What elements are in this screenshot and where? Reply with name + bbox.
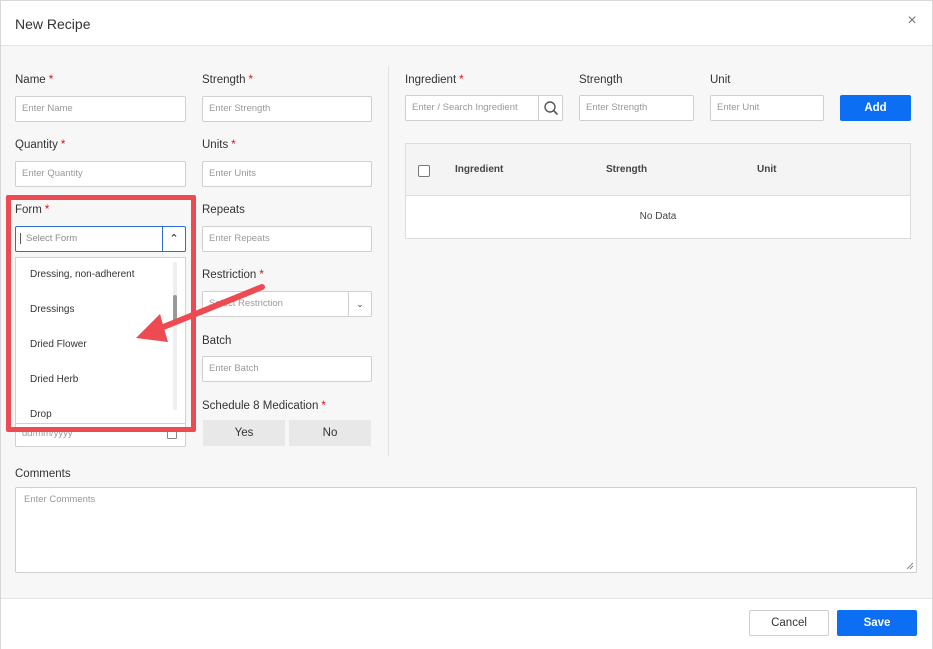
strength-input[interactable]: Enter Strength <box>202 96 372 122</box>
form-select[interactable]: Select Form ⌃ <box>15 226 186 252</box>
schedule8-yes-button[interactable]: Yes <box>203 420 285 446</box>
comments-placeholder: Enter Comments <box>24 494 96 505</box>
new-recipe-dialog: New Recipe × Name * Enter Name Strength * … <box>0 0 933 649</box>
restriction-select-placeholder: Select Restriction <box>209 298 283 309</box>
date-placeholder: dd/mm/yyyy <box>22 428 73 439</box>
ingredient-search-placeholder: Enter / Search Ingredient <box>412 102 518 113</box>
units-label: Units * <box>202 139 236 151</box>
dialog-title: New Recipe <box>15 16 91 32</box>
calendar-icon[interactable] <box>167 429 177 439</box>
comments-label: Comments <box>15 468 71 480</box>
repeats-input[interactable]: Enter Repeats <box>202 226 372 252</box>
dropdown-option[interactable]: Dressings <box>30 304 74 315</box>
ingredient-unit-label: Unit <box>710 74 731 86</box>
repeats-label: Repeats <box>202 204 245 216</box>
dialog-body: Name * Enter Name Strength * Enter Strengt… <box>1 46 932 598</box>
dropdown-scrollbar-track[interactable] <box>173 262 177 410</box>
save-button[interactable]: Save <box>837 610 917 636</box>
schedule8-label: Schedule 8 Medication * <box>202 400 326 412</box>
dropdown-option[interactable]: Drop <box>30 409 52 420</box>
dialog-header: New Recipe × <box>1 1 932 46</box>
column-header-unit: Unit <box>757 164 777 175</box>
form-select-placeholder: Select Form <box>20 233 78 244</box>
restriction-label: Restriction * <box>202 269 264 281</box>
name-label: Name * <box>15 74 54 86</box>
restriction-select[interactable]: Select Restriction ⌄ <box>202 291 372 317</box>
units-input[interactable]: Enter Units <box>202 161 372 187</box>
name-input[interactable]: Enter Name <box>15 96 186 122</box>
batch-label: Batch <box>202 335 232 347</box>
column-divider <box>388 66 389 456</box>
comments-textarea[interactable]: Enter Comments <box>15 487 917 573</box>
form-dropdown-list: Dressing, non-adherent Dressings Dried F… <box>15 257 186 424</box>
add-ingredient-button[interactable]: Add <box>840 95 911 121</box>
resize-handle-icon[interactable] <box>906 562 914 570</box>
dropdown-option[interactable]: Dried Herb <box>30 374 78 385</box>
quantity-input[interactable]: Enter Quantity <box>15 161 186 187</box>
strength-label: Strength * <box>202 74 253 86</box>
column-header-ingredient: Ingredient <box>455 164 504 175</box>
dialog-footer: Cancel Save <box>1 598 932 649</box>
ingredient-strength-label: Strength <box>579 74 623 86</box>
dropdown-scrollbar-thumb[interactable] <box>173 295 177 325</box>
chevron-up-icon[interactable]: ⌃ <box>162 227 185 251</box>
ingredient-label: Ingredient * <box>405 74 464 86</box>
column-header-strength: Strength <box>606 164 648 175</box>
ingredient-search-input[interactable]: Enter / Search Ingredient <box>405 95 563 121</box>
table-header: Ingredient Strength Unit <box>406 144 910 196</box>
date-input[interactable]: dd/mm/yyyy <box>15 421 186 447</box>
no-data-message: No Data <box>639 211 677 222</box>
ingredients-table: Ingredient Strength Unit No Data <box>405 143 911 239</box>
form-label: Form * <box>15 204 50 216</box>
dropdown-option[interactable]: Dressing, non-adherent <box>30 269 135 280</box>
search-icon[interactable] <box>538 96 562 120</box>
dropdown-option[interactable]: Dried Flower <box>30 339 87 350</box>
close-icon[interactable]: × <box>904 13 920 29</box>
ingredient-unit-input[interactable]: Enter Unit <box>710 95 824 121</box>
batch-input[interactable]: Enter Batch <box>202 356 372 382</box>
select-all-checkbox[interactable] <box>418 165 430 177</box>
schedule8-no-button[interactable]: No <box>289 420 371 446</box>
cancel-button[interactable]: Cancel <box>749 610 829 636</box>
ingredient-strength-input[interactable]: Enter Strength <box>579 95 694 121</box>
chevron-down-icon[interactable]: ⌄ <box>348 292 371 316</box>
quantity-label: Quantity * <box>15 139 66 151</box>
